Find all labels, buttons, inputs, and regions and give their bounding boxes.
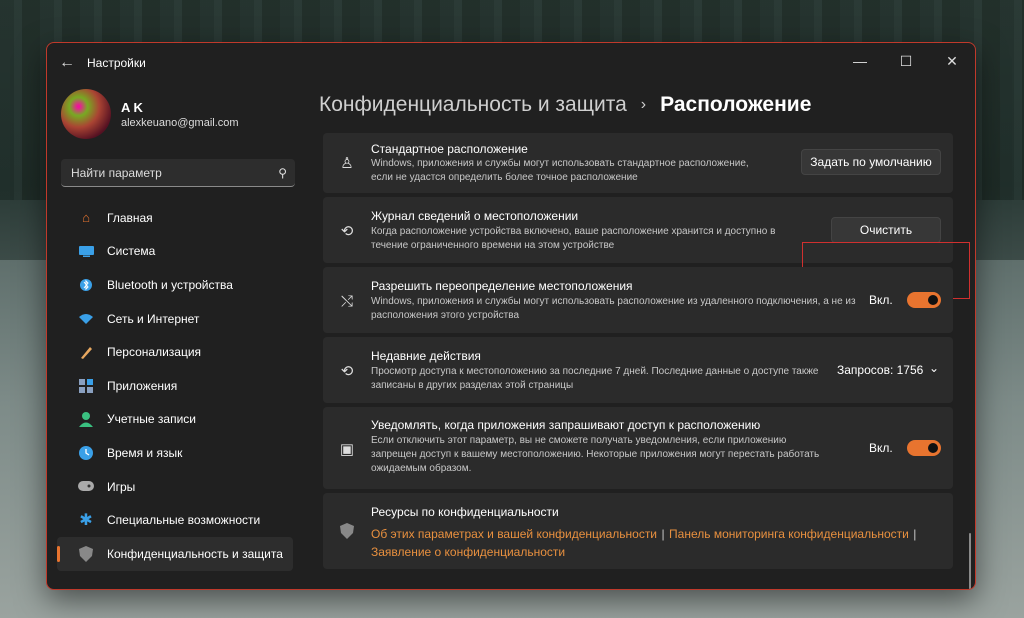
override-arrows-icon: ⤭ xyxy=(340,292,353,310)
profile[interactable]: A K alexkeuano@gmail.com xyxy=(47,83,307,145)
sidebar: A K alexkeuano@gmail.com ⚲ ⌂ Главная Сис… xyxy=(47,83,307,589)
search-icon[interactable]: ⚲ xyxy=(278,166,287,180)
card-recent-activity[interactable]: ⟲ Недавние действия Просмотр доступа к м… xyxy=(323,337,953,403)
sidebar-item-label: Сеть и Интернет xyxy=(107,311,200,326)
time-language-icon xyxy=(77,444,95,462)
card-description: Windows, приложения и службы могут испол… xyxy=(371,296,856,321)
sidebar-item-personalization[interactable]: Персонализация xyxy=(57,335,293,369)
account-icon xyxy=(77,410,95,428)
sidebar-item-accounts[interactable]: Учетные записи xyxy=(57,403,293,437)
link-separator: | xyxy=(913,527,917,541)
override-toggle[interactable] xyxy=(907,292,941,308)
link-separator: | xyxy=(661,527,665,541)
avatar[interactable] xyxy=(61,89,111,139)
sidebar-item-label: Игры xyxy=(107,479,136,494)
card-title: Стандартное расположение xyxy=(371,142,528,156)
sidebar-item-network[interactable]: Сеть и Интернет xyxy=(57,302,293,336)
app-title: Настройки xyxy=(87,56,146,70)
home-icon: ⌂ xyxy=(82,210,90,226)
clear-history-button[interactable]: Очистить xyxy=(831,217,941,243)
card-title: Недавние действия xyxy=(371,349,481,363)
search-input[interactable] xyxy=(69,164,263,181)
scrollbar[interactable] xyxy=(969,533,971,589)
sidebar-item-time-language[interactable]: Время и язык xyxy=(57,436,293,470)
card-description: Просмотр доступа к местоположению за пос… xyxy=(371,366,819,391)
sidebar-item-privacy[interactable]: Конфиденциальность и защита xyxy=(57,536,293,571)
history-icon: ⟲ xyxy=(340,223,354,240)
page-title: Расположение xyxy=(660,93,812,116)
history-icon: ⟲ xyxy=(340,363,354,380)
toggle-label: Вкл. xyxy=(869,441,893,455)
sidebar-item-gaming[interactable]: Игры xyxy=(57,470,293,504)
request-count: Запросов: 1756 xyxy=(837,363,924,377)
card-privacy-resources: Ресурсы по конфиденциальности Об этих па… xyxy=(323,493,953,569)
maximize-icon[interactable]: ☐ xyxy=(883,43,929,79)
gamepad-icon xyxy=(77,478,95,496)
sidebar-item-label: Специальные возможности xyxy=(107,513,261,528)
chevron-down-icon[interactable]: ⌄ xyxy=(929,361,939,375)
sidebar-item-label: Bluetooth и устройства xyxy=(107,277,233,292)
sidebar-item-label: Персонализация xyxy=(107,345,202,360)
back-arrow-icon[interactable]: ← xyxy=(47,43,87,83)
breadcrumb-separator: › xyxy=(640,96,647,113)
minimize-icon[interactable]: — xyxy=(837,43,883,79)
privacy-dashboard-link[interactable]: Панель мониторинга конфиденциальности xyxy=(669,527,909,541)
notify-toggle[interactable] xyxy=(907,440,941,456)
notification-app-icon: ▣ xyxy=(339,441,355,458)
close-icon[interactable]: ✕ xyxy=(929,43,975,79)
apps-icon xyxy=(77,377,95,395)
settings-window: ← Настройки — ☐ ✕ A K alexkeuano@gmail.c… xyxy=(46,42,976,590)
sidebar-item-accessibility[interactable]: ✱ Специальные возможности xyxy=(57,503,293,537)
accessibility-icon: ✱ xyxy=(79,512,93,530)
sidebar-item-apps[interactable]: Приложения xyxy=(57,369,293,403)
window-controls: — ☐ ✕ xyxy=(837,43,975,79)
system-icon xyxy=(77,242,95,260)
breadcrumb: Конфиденциальность и защита › Расположен… xyxy=(319,93,811,117)
title-bar: ← Настройки — ☐ ✕ xyxy=(47,43,975,83)
sidebar-item-label: Главная xyxy=(107,210,153,225)
shield-icon xyxy=(337,521,357,541)
privacy-settings-link[interactable]: Об этих параметрах и вашей конфиденциаль… xyxy=(371,527,657,541)
sidebar-item-label: Время и язык xyxy=(107,445,183,460)
person-pin-icon: ♙ xyxy=(340,155,354,172)
main-content: Конфиденциальность и защита › Расположен… xyxy=(319,83,975,589)
profile-name: A K xyxy=(121,99,143,115)
sidebar-item-system[interactable]: Система xyxy=(57,235,293,269)
card-description: Если отключить этот параметр, вы не смож… xyxy=(371,435,820,474)
toggle-label: Вкл. xyxy=(869,293,893,307)
sidebar-nav: ⌂ Главная Система Bluetooth и устройства… xyxy=(47,201,307,571)
profile-email: alexkeuano@gmail.com xyxy=(121,116,239,129)
resource-links: Об этих параметрах и вашей конфиденциаль… xyxy=(371,525,931,561)
sidebar-item-label: Система xyxy=(107,244,156,259)
shield-icon xyxy=(77,545,95,563)
breadcrumb-parent[interactable]: Конфиденциальность и защита xyxy=(319,93,627,117)
brush-icon xyxy=(77,343,95,361)
bluetooth-icon xyxy=(77,276,95,294)
card-title: Уведомлять, когда приложения запрашивают… xyxy=(371,418,761,432)
sidebar-item-label: Учетные записи xyxy=(107,412,196,427)
card-description: Когда расположение устройства включено, … xyxy=(371,226,776,251)
sidebar-item-bluetooth[interactable]: Bluetooth и устройства xyxy=(57,268,293,302)
card-default-location: ♙ Стандартное расположение Windows, прил… xyxy=(323,133,953,193)
card-title: Журнал сведений о местоположении xyxy=(371,209,579,223)
set-default-button[interactable]: Задать по умолчанию xyxy=(801,149,941,175)
card-title: Разрешить переопределение местоположения xyxy=(371,279,633,293)
card-title: Ресурсы по конфиденциальности xyxy=(371,505,559,519)
card-notify-access: ▣ Уведомлять, когда приложения запрашива… xyxy=(323,407,953,489)
sidebar-item-label: Приложения xyxy=(107,378,178,393)
card-description: Windows, приложения и службы могут испол… xyxy=(371,158,749,183)
privacy-statement-link[interactable]: Заявление о конфиденциальности xyxy=(371,545,565,559)
sidebar-item-home[interactable]: ⌂ Главная xyxy=(57,201,293,235)
wifi-icon xyxy=(77,310,95,328)
sidebar-item-label: Конфиденциальность и защита xyxy=(107,546,283,561)
search-box[interactable]: ⚲ xyxy=(61,159,295,187)
card-location-override: ⤭ Разрешить переопределение местоположен… xyxy=(323,267,953,333)
